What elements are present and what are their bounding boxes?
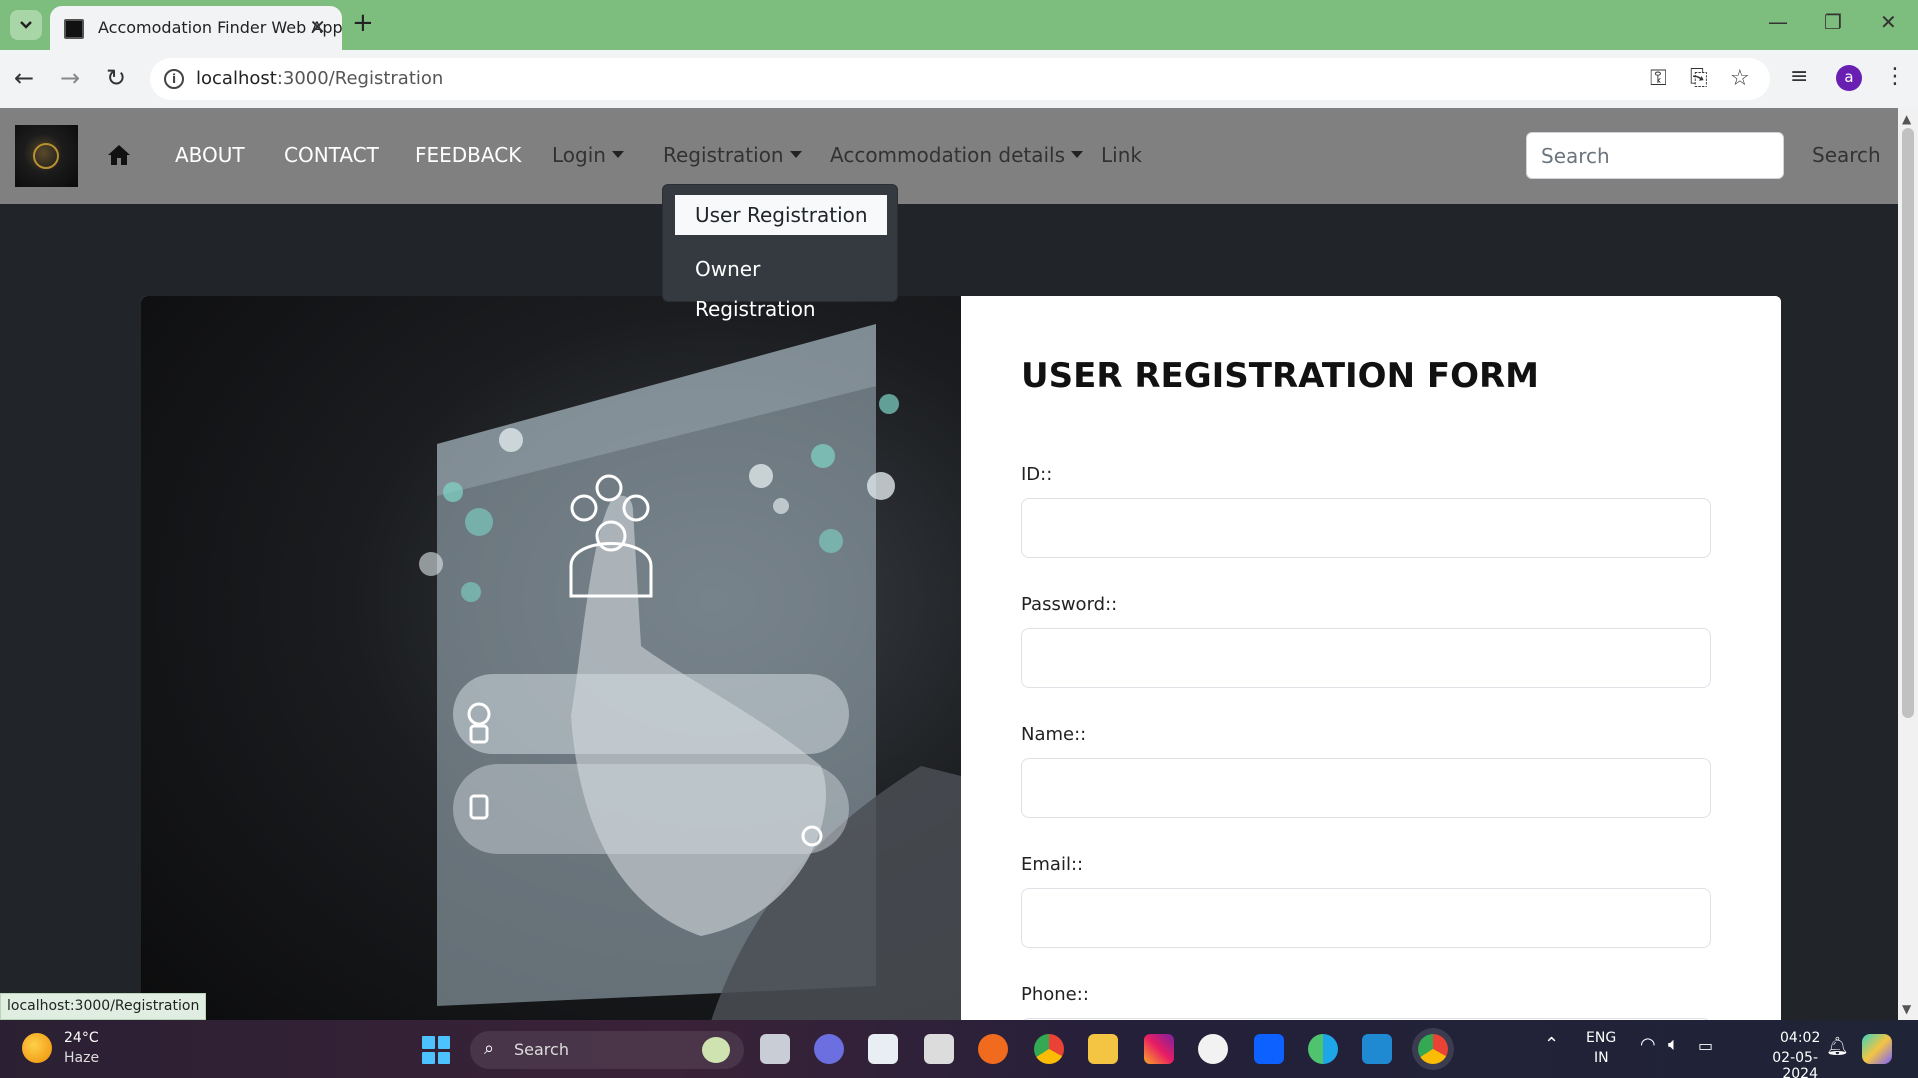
password-key-icon[interactable]: ⚿: [1650, 66, 1667, 91]
clock-date[interactable]: 02-05-2024: [1738, 1050, 1818, 1078]
amazon-icon[interactable]: [924, 1034, 954, 1064]
site-navbar: ABOUT CONTACT FEEDBACK Login Registratio…: [0, 108, 1898, 204]
weather-icon[interactable]: [22, 1033, 52, 1063]
email-label: Email::: [1021, 854, 1084, 875]
tab-search-button[interactable]: [10, 10, 42, 40]
taskbar-search-label: Search: [514, 1040, 569, 1059]
chrome-active-icon[interactable]: [1418, 1034, 1448, 1064]
dropdown-item-user-registration[interactable]: User Registration: [675, 195, 887, 235]
nav-contact[interactable]: CONTACT: [284, 143, 379, 167]
vscode-icon[interactable]: [1362, 1034, 1392, 1064]
registration-dropdown-menu: User Registration Owner Registration: [662, 184, 898, 321]
nav-registration-label: Registration: [663, 143, 784, 167]
password-field[interactable]: [1021, 628, 1711, 688]
meet-chat-icon[interactable]: [814, 1034, 844, 1064]
nav-link[interactable]: Link: [1101, 143, 1142, 167]
minimize-icon[interactable]: —: [1768, 10, 1788, 34]
close-tab-icon[interactable]: ✕: [309, 15, 326, 39]
clock-time[interactable]: 04:02: [1780, 1030, 1820, 1046]
id-label: ID::: [1021, 464, 1053, 485]
chevron-down-icon: [20, 21, 32, 29]
nav-about[interactable]: ABOUT: [175, 143, 245, 167]
install-app-icon[interactable]: ⎘: [1690, 66, 1708, 91]
site-info-icon[interactable]: i: [164, 69, 184, 89]
caret-down-icon: [611, 151, 624, 158]
link-status-bubble: localhost:3000/Registration: [0, 993, 207, 1020]
password-label: Password::: [1021, 594, 1118, 615]
page-scrollbar[interactable]: ▲ ▼: [1898, 108, 1918, 1020]
search-highlight-icon: [702, 1037, 730, 1063]
dropdown-item-owner-registration[interactable]: Owner Registration: [675, 249, 887, 321]
volume-icon[interactable]: 🔈︎: [1668, 1034, 1679, 1055]
login-illustration: [419, 324, 961, 1020]
tab-title: Accomodation Finder Web App: [98, 18, 343, 37]
address-bar[interactable]: i localhost:3000/Registration ⚿ ⎘ ☆: [150, 58, 1770, 100]
search-input[interactable]: [1526, 132, 1784, 179]
media-control-icon[interactable]: ≡: [1790, 64, 1808, 89]
url-text[interactable]: localhost:3000/Registration: [196, 68, 443, 89]
restore-icon[interactable]: ❐: [1824, 10, 1842, 34]
forward-icon[interactable]: →: [60, 64, 80, 92]
reload-icon[interactable]: ↻: [106, 64, 126, 92]
weather-description[interactable]: Haze: [64, 1050, 99, 1066]
search-icon: ⌕: [484, 1038, 495, 1059]
new-tab-icon[interactable]: +: [352, 8, 374, 38]
bookmark-star-icon[interactable]: ☆: [1730, 66, 1750, 91]
weather-temperature[interactable]: 24°C: [64, 1030, 99, 1046]
scroll-down-icon[interactable]: ▼: [1902, 1002, 1911, 1016]
back-icon[interactable]: ←: [14, 64, 34, 92]
nav-login-dropdown[interactable]: Login: [552, 143, 624, 167]
language-region[interactable]: IN: [1594, 1050, 1609, 1066]
browser-toolbar: ← → ↻ i localhost:3000/Registration ⚿ ⎘ …: [0, 50, 1918, 108]
email-field[interactable]: [1021, 888, 1711, 948]
nav-login-label: Login: [552, 143, 606, 167]
id-field[interactable]: [1021, 498, 1711, 558]
edge-icon[interactable]: [1308, 1034, 1338, 1064]
name-label: Name::: [1021, 724, 1087, 745]
close-window-icon[interactable]: ✕: [1880, 10, 1897, 34]
nav-accommodation-dropdown[interactable]: Accommodation details: [830, 143, 1084, 167]
windows-start-icon[interactable]: [422, 1036, 450, 1064]
tray-overflow-chevron-icon[interactable]: ⌃: [1544, 1034, 1559, 1055]
home-icon[interactable]: [107, 144, 131, 166]
registration-card: USER REGISTRATION FORM ID:: Password:: N…: [141, 296, 1781, 1020]
nav-registration-dropdown[interactable]: Registration: [663, 143, 802, 167]
registration-form: USER REGISTRATION FORM ID:: Password:: N…: [961, 296, 1781, 1020]
caret-down-icon: [1071, 151, 1084, 158]
profile-avatar[interactable]: a: [1836, 65, 1862, 91]
battery-icon[interactable]: ▭: [1698, 1036, 1713, 1055]
ai-app-icon[interactable]: [1198, 1034, 1228, 1064]
wifi-icon[interactable]: ◠: [1640, 1034, 1656, 1055]
language-code[interactable]: ENG: [1586, 1030, 1616, 1046]
menu-kebab-icon[interactable]: ⋮: [1884, 64, 1906, 89]
task-view-icon[interactable]: [760, 1034, 790, 1064]
name-field[interactable]: [1021, 758, 1711, 818]
form-title: USER REGISTRATION FORM: [1021, 356, 1540, 396]
scroll-thumb[interactable]: [1902, 128, 1914, 718]
caret-down-icon: [789, 151, 802, 158]
page-viewport: ABOUT CONTACT FEEDBACK Login Registratio…: [0, 108, 1898, 1020]
copilot-icon[interactable]: [1862, 1034, 1892, 1064]
microsoft-store-icon[interactable]: [868, 1034, 898, 1064]
hero-image: [141, 296, 961, 1020]
browser-tab[interactable]: Accomodation Finder Web App ✕: [50, 6, 343, 50]
dropbox-icon[interactable]: [1254, 1034, 1284, 1064]
windows-taskbar: 24°C Haze ⌕ Search ⌃ ENG IN ◠ 🔈︎ ▭ 04:02…: [0, 1020, 1918, 1078]
nav-accommodation-label: Accommodation details: [830, 143, 1066, 167]
site-logo[interactable]: [15, 125, 78, 187]
nav-feedback[interactable]: FEEDBACK: [415, 143, 521, 167]
browser-tab-strip: Accomodation Finder Web App ✕ + — ❐ ✕: [0, 0, 1918, 50]
chrome-icon[interactable]: [1034, 1034, 1064, 1064]
phone-label: Phone::: [1021, 984, 1089, 1005]
notification-bell-icon[interactable]: 🔔︎: [1826, 1036, 1849, 1057]
search-button[interactable]: Search: [1812, 143, 1881, 167]
logo-emblem-icon: [33, 143, 59, 169]
file-explorer-icon[interactable]: [1088, 1034, 1118, 1064]
instagram-icon[interactable]: [1144, 1034, 1174, 1064]
favicon-icon: [64, 19, 84, 39]
scroll-up-icon[interactable]: ▲: [1902, 112, 1911, 126]
firefox-icon[interactable]: [978, 1034, 1008, 1064]
taskbar-search[interactable]: ⌕ Search: [470, 1031, 744, 1069]
